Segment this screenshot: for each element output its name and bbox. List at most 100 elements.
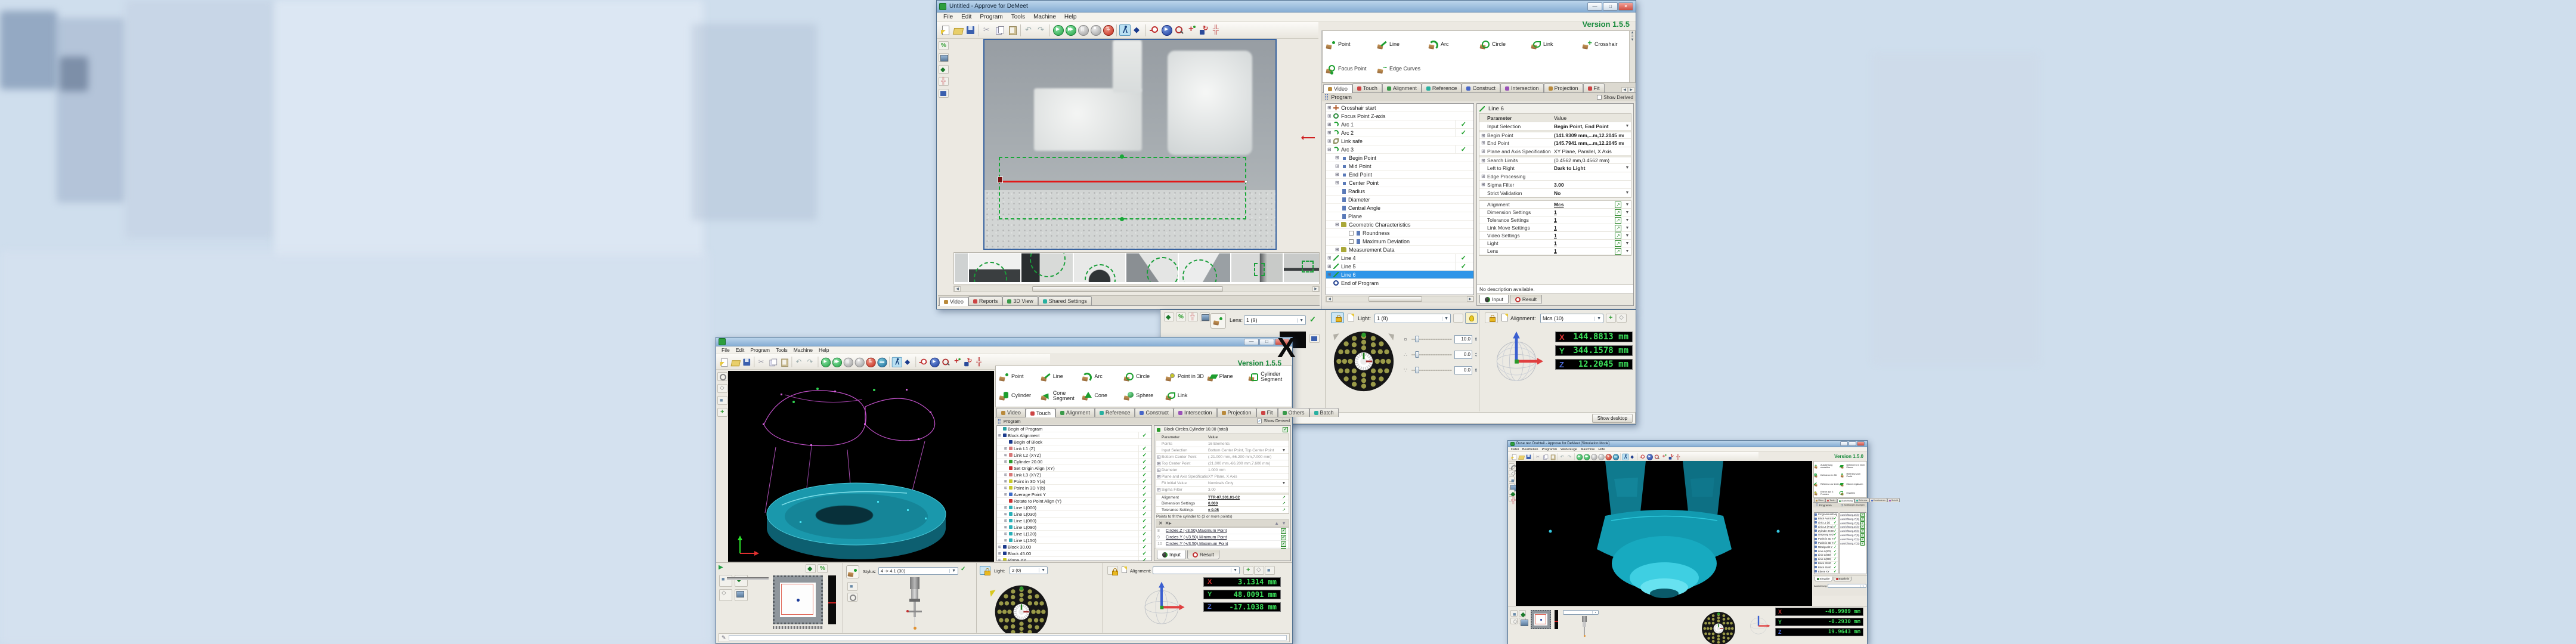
tab-touch[interactable]: Touch: [1352, 83, 1382, 92]
restore-button[interactable]: □: [1603, 2, 1618, 11]
teach-icon[interactable]: [1630, 453, 1636, 460]
machine-icon[interactable]: [1612, 453, 1619, 460]
list-item[interactable]: Ausrichtung.Y(3).-/3.50.Maximum Punkt✓: [1840, 533, 1866, 537]
list-item[interactable]: Ausrichtung.Y(3).+/3.50.Minimum Punkt✓: [1840, 517, 1866, 521]
tab-taster[interactable]: Taster: [1825, 498, 1837, 502]
expander[interactable]: ⊞: [1004, 486, 1009, 490]
expand-icon[interactable]: ⊞: [1479, 148, 1487, 154]
link-icon[interactable]: ↗: [1615, 225, 1621, 231]
walker-icon[interactable]: [1119, 24, 1131, 36]
probe-icon[interactable]: [1509, 490, 1515, 495]
edge-icon[interactable]: [1148, 24, 1160, 36]
dropdown-arrow-icon[interactable]: ▼: [1279, 448, 1289, 453]
alignment-dropdown[interactable]: ▼: [1153, 566, 1240, 574]
zoom-icon[interactable]: [1509, 463, 1515, 469]
image-icon[interactable]: [939, 53, 949, 62]
tab-fit[interactable]: Fit: [1583, 83, 1605, 92]
undo-icon[interactable]: [1559, 453, 1566, 460]
cut-icon[interactable]: [982, 24, 993, 36]
expander[interactable]: ⊞: [1004, 447, 1009, 451]
machine-icon[interactable]: [877, 357, 887, 367]
expand-icon[interactable]: ⊞: [1156, 461, 1162, 466]
move-down-icon[interactable]: ▼: [1281, 521, 1286, 526]
tab-video[interactable]: Video: [1323, 84, 1352, 93]
param-row-plane-and-axis-specification[interactable]: ⊞Plane and Axis SpecificationXY Plane, X…: [1156, 473, 1289, 480]
tool-button-referenz-zur-linie[interactable]: Referenz zur Linie: [1815, 480, 1840, 488]
check-box[interactable]: ✓: [1281, 541, 1286, 547]
thumb-4[interactable]: [1126, 253, 1178, 282]
param-row-strict-validation[interactable]: Strict ValidationNo▼: [1479, 189, 1631, 197]
list-item[interactable]: Ausrichtung.Z(3).-/3.50.Maximum Punkt✓: [1840, 513, 1866, 517]
expander[interactable]: ⊞: [1004, 460, 1009, 464]
copy-icon[interactable]: [768, 357, 778, 367]
tool-button-circle[interactable]: Circle: [1123, 370, 1165, 384]
tab-fit[interactable]: Fit: [1256, 408, 1278, 417]
param-row-fit-initial-value[interactable]: Fit Initial ValueNominals Only▼: [1156, 480, 1289, 487]
light-off-icon[interactable]: [1453, 314, 1463, 323]
light-slider-0[interactable]: ¤10.0▲▼: [1402, 332, 1477, 347]
menu-edit[interactable]: Edit: [957, 14, 976, 20]
param-row-begin-point[interactable]: ⊞Begin Point(141.9309 mm,...m,12.2045 mm…: [1479, 131, 1631, 139]
status-input[interactable]: [729, 635, 1287, 640]
cube-icon[interactable]: [1509, 476, 1515, 482]
settings-icon[interactable]: [1188, 312, 1198, 321]
edge-icon[interactable]: [918, 357, 928, 367]
check-box[interactable]: ✓: [1281, 528, 1286, 534]
tool-button-referenz-zum-punkt[interactable]: Referenz zum Punkt: [1841, 471, 1866, 479]
line-handle-right[interactable]: [1244, 180, 1247, 183]
alignment-page-icon[interactable]: [1122, 566, 1127, 573]
tool-button-sphere[interactable]: Sphere: [1123, 389, 1165, 403]
list-item[interactable]: Ausrichtung.Y(3).+/3.50.Maximum Punkt✓: [1840, 521, 1866, 525]
tab-konstruieren[interactable]: Konstruieren: [1869, 498, 1887, 502]
link-icon[interactable]: ↗: [1615, 240, 1621, 247]
show-derived-checkbox[interactable]: ✓: [1257, 419, 1262, 423]
tree-item-plane[interactable]: Plane: [1326, 212, 1473, 221]
item-checkbox[interactable]: [1349, 231, 1354, 236]
tab-video[interactable]: Video: [1814, 498, 1825, 502]
tool-button-arc[interactable]: Arc: [1081, 370, 1123, 384]
pause-icon[interactable]: [1591, 453, 1597, 460]
dropdown-arrow-icon[interactable]: ▼: [1624, 191, 1631, 195]
edge-tool-roi[interactable]: [999, 157, 1246, 219]
param-row-tolerance-settings[interactable]: Tolerance Settings± 0.05↗: [1156, 507, 1289, 513]
expander[interactable]: ⊞: [1327, 130, 1333, 135]
expander[interactable]: ⊟: [1335, 222, 1341, 227]
dropdown-arrow-icon[interactable]: ▼: [1624, 226, 1631, 230]
slider-value[interactable]: 0.0: [1454, 351, 1472, 359]
tree-item-block-45-00[interactable]: ⊞Block 45.00✓: [997, 550, 1151, 557]
tree-item-block-alignment[interactable]: ⊞Block Alignment✓: [997, 432, 1151, 439]
new-icon[interactable]: [719, 357, 729, 367]
point-row-8[interactable]: 8Circles.Z (-/3.50).Maximum Point✓: [1156, 528, 1289, 534]
new-icon[interactable]: [1511, 453, 1518, 460]
param-value[interactable]: ± 0.05: [1208, 508, 1279, 512]
expander[interactable]: ⊞: [998, 552, 1003, 556]
thumb-1[interactable]: [969, 253, 1020, 282]
expand-icon[interactable]: ⊞: [1479, 174, 1487, 179]
dropdown-arrow-icon[interactable]: ▼: [1624, 218, 1631, 222]
paste-icon[interactable]: [1007, 24, 1018, 36]
list-item[interactable]: Ausrichtung.Y(3).-/3.50.Minimum Punkt✓: [1840, 541, 1866, 546]
step-icon[interactable]: [1065, 24, 1076, 36]
delete-all-icon[interactable]: ✕▸: [1165, 521, 1172, 526]
edge-icon[interactable]: [1639, 453, 1646, 460]
tool-button-plane[interactable]: Plane: [1206, 370, 1248, 384]
scroll-left-icon[interactable]: ◀: [954, 286, 961, 292]
tree-item-link-l3-xyz[interactable]: ⊞Link L3 (XYZ)✓: [997, 472, 1151, 478]
goto-icon[interactable]: [1606, 314, 1616, 323]
param-row-alignment[interactable]: AlignmentTTR-07.301.01-02↗: [1156, 493, 1289, 500]
tool-button-ebene-aus-3-punkten[interactable]: Ebene aus 3 Punkten: [1815, 489, 1840, 497]
expand-icon[interactable]: ⊞: [1156, 487, 1162, 493]
expand-icon[interactable]: ⊞: [1156, 467, 1162, 473]
tab-projection[interactable]: Projection: [1217, 408, 1256, 417]
menu-help[interactable]: Help: [816, 347, 832, 353]
tab-schnitt[interactable]: Schnitt: [1887, 498, 1900, 502]
menu-machine[interactable]: Machine: [1029, 14, 1060, 20]
minimize-button[interactable]: [1840, 441, 1848, 446]
record-icon[interactable]: [866, 357, 876, 367]
expand-icon[interactable]: ⊞: [1479, 140, 1487, 145]
camera-video-view[interactable]: [983, 39, 1277, 250]
tree-scrollbar[interactable]: ◀ ▶: [1326, 296, 1474, 302]
tabs-scroll-right-icon[interactable]: ▶: [1628, 87, 1634, 92]
teach-icon[interactable]: [1132, 24, 1143, 36]
z-position-slider[interactable]: [1555, 610, 1558, 629]
